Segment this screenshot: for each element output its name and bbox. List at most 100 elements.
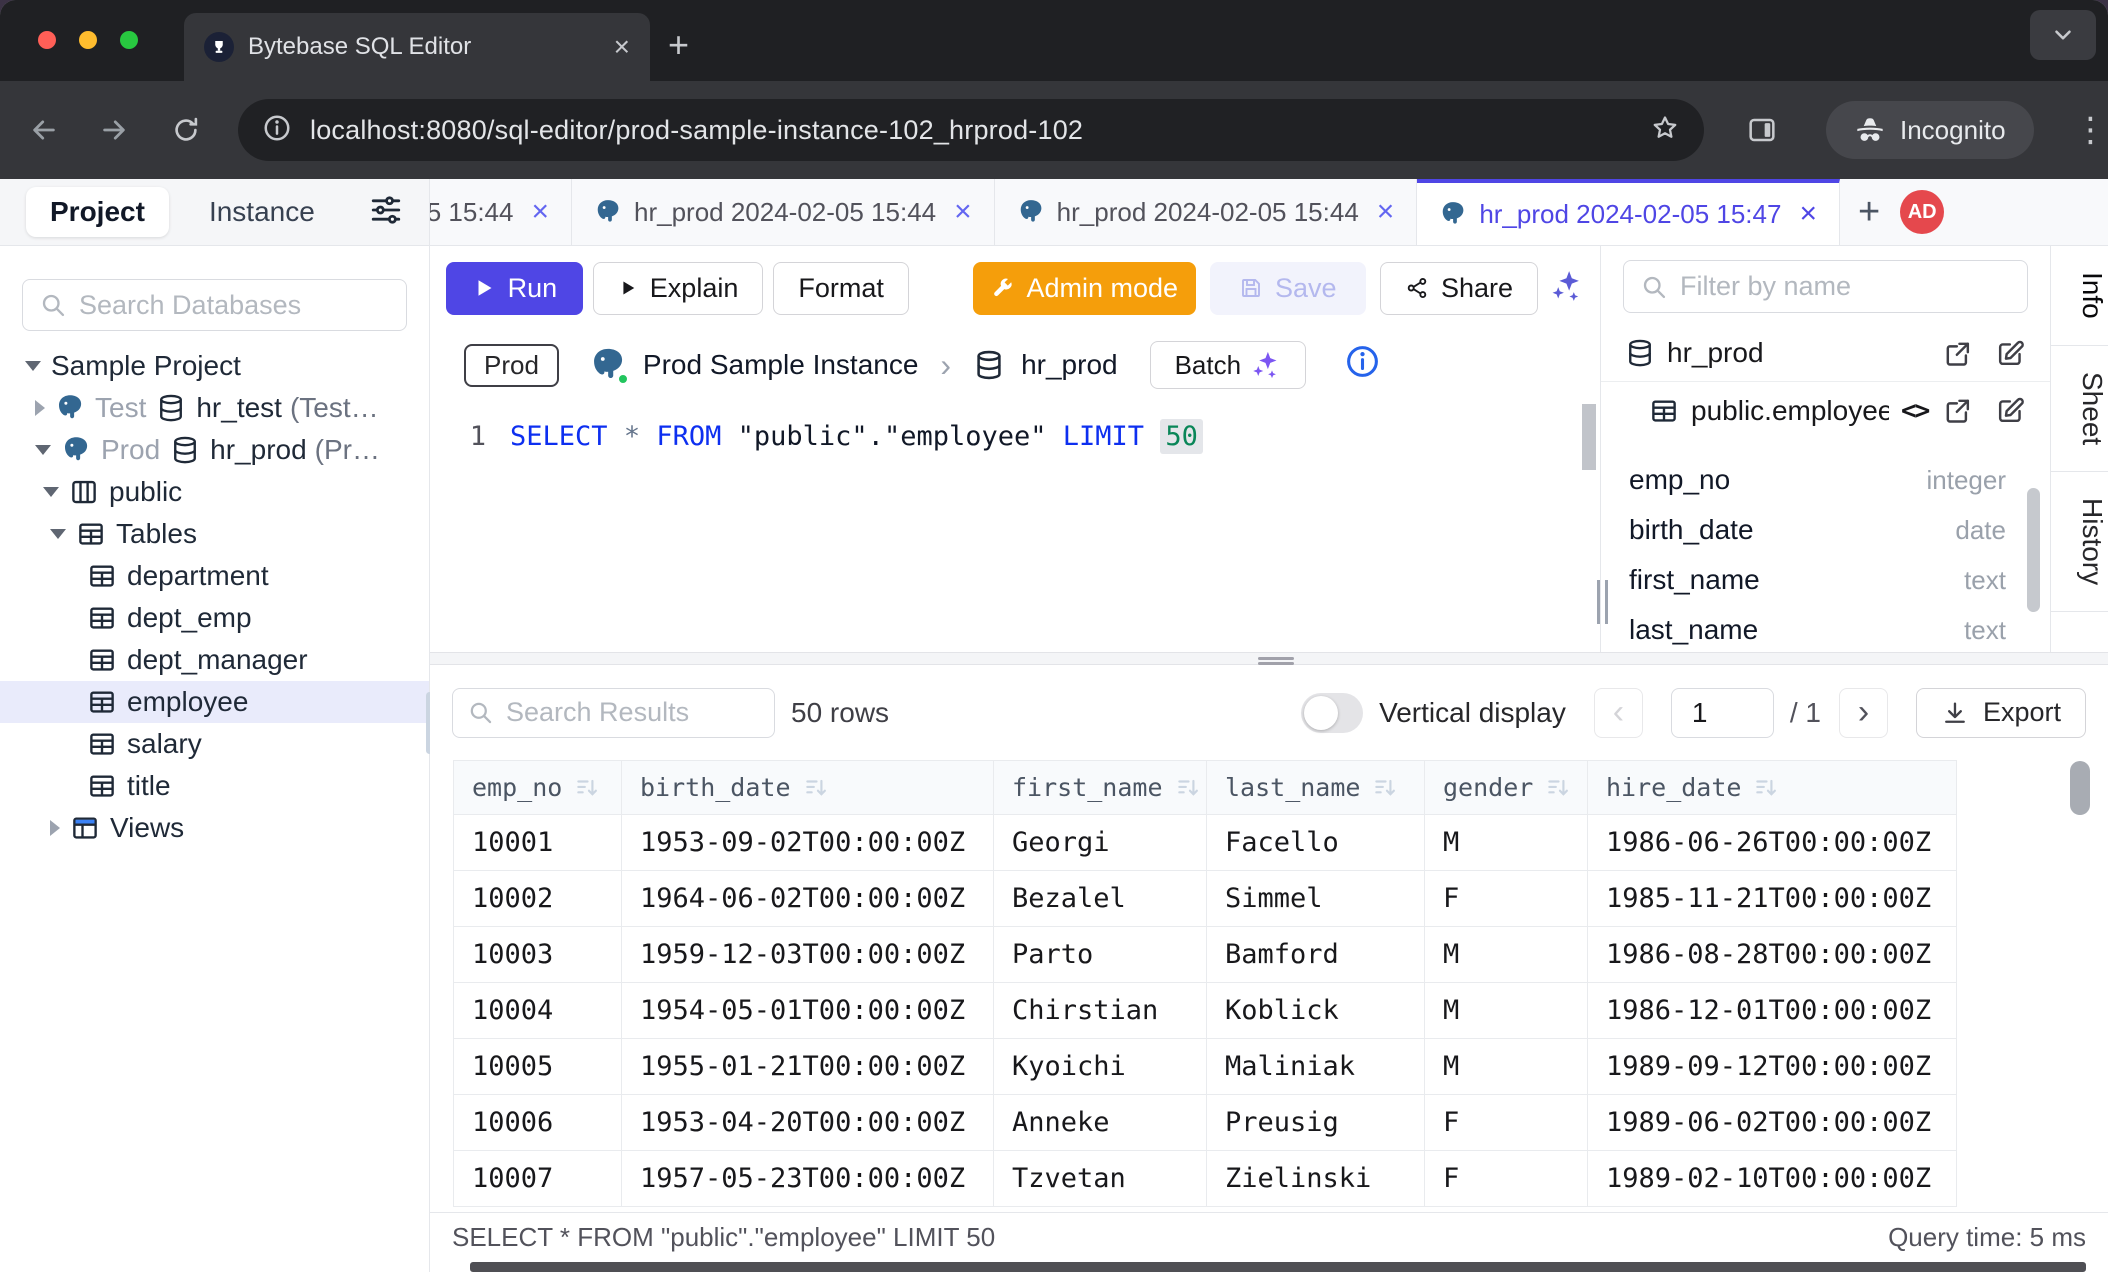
close-window-button[interactable] bbox=[38, 31, 56, 49]
avatar[interactable]: AD bbox=[1900, 190, 1944, 234]
sql-statement[interactable]: SELECT * FROM "public"."employee" LIMIT … bbox=[510, 421, 1203, 452]
column-header[interactable]: first_name bbox=[994, 761, 1207, 815]
admin-mode-button[interactable]: Admin mode bbox=[973, 262, 1196, 315]
filter-settings-button[interactable] bbox=[369, 193, 403, 232]
table-row[interactable]: 100011953-09-02T00:00:00ZGeorgiFacelloM1… bbox=[454, 815, 1957, 871]
tree-item[interactable]: department bbox=[0, 555, 429, 597]
horizontal-scrollbar[interactable] bbox=[470, 1262, 2086, 1272]
close-worksheet-icon[interactable]: × bbox=[1799, 197, 1817, 231]
tree-item[interactable]: Prod hr_prod (Pr… bbox=[0, 429, 429, 471]
ai-assistant-button[interactable] bbox=[1550, 269, 1584, 308]
batch-button[interactable]: Batch bbox=[1150, 341, 1307, 389]
column-header[interactable]: last_name bbox=[1207, 761, 1425, 815]
table-cell[interactable]: 10002 bbox=[454, 871, 622, 927]
table-cell[interactable]: Chirstian bbox=[994, 983, 1207, 1039]
table-cell[interactable]: Georgi bbox=[994, 815, 1207, 871]
tree-chevron-icon[interactable] bbox=[43, 487, 59, 497]
tab-project[interactable]: Project bbox=[26, 187, 169, 237]
forward-button[interactable] bbox=[92, 108, 136, 152]
next-page-button[interactable]: › bbox=[1839, 688, 1888, 738]
minimize-window-button[interactable] bbox=[79, 31, 97, 49]
schema-filter-input[interactable]: Filter by name bbox=[1623, 260, 2028, 313]
column-header[interactable]: birth_date bbox=[622, 761, 994, 815]
table-cell[interactable]: 10004 bbox=[454, 983, 622, 1039]
table-cell[interactable]: 10006 bbox=[454, 1095, 622, 1151]
table-cell[interactable]: Preusig bbox=[1207, 1095, 1425, 1151]
sort-icon[interactable] bbox=[1753, 775, 1779, 801]
table-cell[interactable]: Zielinski bbox=[1207, 1151, 1425, 1207]
export-button[interactable]: Export bbox=[1916, 688, 2086, 738]
table-cell[interactable]: Maliniak bbox=[1207, 1039, 1425, 1095]
tree-item[interactable]: salary bbox=[0, 723, 429, 765]
side-panel-button[interactable] bbox=[1740, 108, 1784, 152]
table-row[interactable]: 100061953-04-20T00:00:00ZAnnekePreusigF1… bbox=[454, 1095, 1957, 1151]
tree-chevron-icon[interactable] bbox=[35, 400, 45, 416]
table-cell[interactable]: 10003 bbox=[454, 927, 622, 983]
browser-menu-button[interactable]: ⋮ bbox=[2074, 110, 2108, 150]
tree-item[interactable]: Test hr_test (Test… bbox=[0, 387, 429, 429]
sort-icon[interactable] bbox=[803, 775, 829, 801]
run-button[interactable]: Run bbox=[446, 262, 583, 315]
table-cell[interactable]: F bbox=[1425, 871, 1588, 927]
save-button[interactable]: Save bbox=[1210, 262, 1366, 315]
table-row[interactable]: 100041954-05-01T00:00:00ZChirstianKoblic… bbox=[454, 983, 1957, 1039]
horizontal-splitter[interactable] bbox=[430, 652, 2108, 665]
table-cell[interactable]: M bbox=[1425, 1039, 1588, 1095]
new-worksheet-button[interactable]: + bbox=[1840, 179, 1898, 245]
tree-chevron-icon[interactable] bbox=[50, 820, 60, 836]
window-controls[interactable] bbox=[38, 31, 138, 49]
column-row[interactable]: birth_date date bbox=[1601, 505, 2050, 555]
column-row[interactable]: emp_no integer bbox=[1601, 455, 2050, 505]
table-cell[interactable]: 1964-06-02T00:00:00Z bbox=[622, 871, 994, 927]
new-tab-button[interactable]: + bbox=[668, 24, 689, 66]
close-worksheet-icon[interactable]: × bbox=[1377, 195, 1395, 229]
site-info-icon[interactable] bbox=[262, 113, 292, 148]
tree-item[interactable]: employee bbox=[0, 681, 429, 723]
table-cell[interactable]: 1957-05-23T00:00:00Z bbox=[622, 1151, 994, 1207]
address-bar[interactable]: localhost:8080/sql-editor/prod-sample-in… bbox=[238, 99, 1704, 161]
sql-line[interactable]: 1 SELECT * FROM "public"."employee" LIMI… bbox=[430, 414, 1600, 458]
open-external-icon[interactable] bbox=[1942, 338, 1973, 369]
tree-chevron-icon[interactable] bbox=[35, 445, 51, 455]
side-tab[interactable]: Info bbox=[2051, 246, 2108, 346]
edit-icon[interactable] bbox=[1995, 338, 2026, 369]
table-cell[interactable]: 10005 bbox=[454, 1039, 622, 1095]
tab-instance[interactable]: Instance bbox=[185, 187, 339, 237]
close-tab-icon[interactable]: × bbox=[614, 31, 630, 63]
close-worksheet-icon[interactable]: × bbox=[531, 195, 549, 229]
table-cell[interactable]: 1989-09-12T00:00:00Z bbox=[1588, 1039, 1957, 1095]
maximize-window-button[interactable] bbox=[120, 31, 138, 49]
tree-item[interactable]: Tables bbox=[0, 513, 429, 555]
worksheet-tab[interactable]: hr_prod 2024-02-05 15:44 × bbox=[995, 179, 1418, 245]
back-button[interactable] bbox=[22, 108, 66, 152]
worksheet-tab[interactable]: 5 15:44 × bbox=[430, 179, 572, 245]
vertical-display-toggle[interactable] bbox=[1301, 693, 1363, 733]
close-worksheet-icon[interactable]: × bbox=[954, 195, 972, 229]
table-cell[interactable]: M bbox=[1425, 815, 1588, 871]
prev-page-button[interactable]: ‹ bbox=[1594, 688, 1643, 738]
tree-item[interactable]: Views bbox=[0, 807, 429, 849]
tree-item[interactable]: Sample Project bbox=[0, 345, 429, 387]
tree-item[interactable]: dept_emp bbox=[0, 597, 429, 639]
bookmark-star-icon[interactable] bbox=[1650, 113, 1680, 148]
tree-chevron-icon[interactable] bbox=[50, 529, 66, 539]
format-button[interactable]: Format bbox=[773, 262, 909, 315]
table-cell[interactable]: 10001 bbox=[454, 815, 622, 871]
column-header[interactable]: hire_date bbox=[1588, 761, 1957, 815]
table-cell[interactable]: 1986-06-26T00:00:00Z bbox=[1588, 815, 1957, 871]
table-cell[interactable]: Bezalel bbox=[994, 871, 1207, 927]
worksheet-tab[interactable]: hr_prod 2024-02-05 15:44 × bbox=[572, 179, 995, 245]
url-text[interactable]: localhost:8080/sql-editor/prod-sample-in… bbox=[310, 115, 1632, 146]
table-scrollbar[interactable] bbox=[2070, 761, 2090, 815]
sql-editor[interactable]: 1 SELECT * FROM "public"."employee" LIMI… bbox=[430, 400, 1600, 652]
table-cell[interactable]: 1953-04-20T00:00:00Z bbox=[622, 1095, 994, 1151]
table-row[interactable]: 100071957-05-23T00:00:00ZTzvetanZielinsk… bbox=[454, 1151, 1957, 1207]
column-row[interactable]: first_name text bbox=[1601, 555, 2050, 605]
table-cell[interactable]: Kyoichi bbox=[994, 1039, 1207, 1095]
tree-item[interactable]: dept_manager bbox=[0, 639, 429, 681]
side-tab[interactable]: History bbox=[2051, 472, 2108, 612]
column-row[interactable]: last_name text bbox=[1601, 605, 2050, 652]
tab-search-button[interactable] bbox=[2030, 10, 2096, 60]
table-cell[interactable]: Facello bbox=[1207, 815, 1425, 871]
share-button[interactable]: Share bbox=[1380, 262, 1538, 315]
